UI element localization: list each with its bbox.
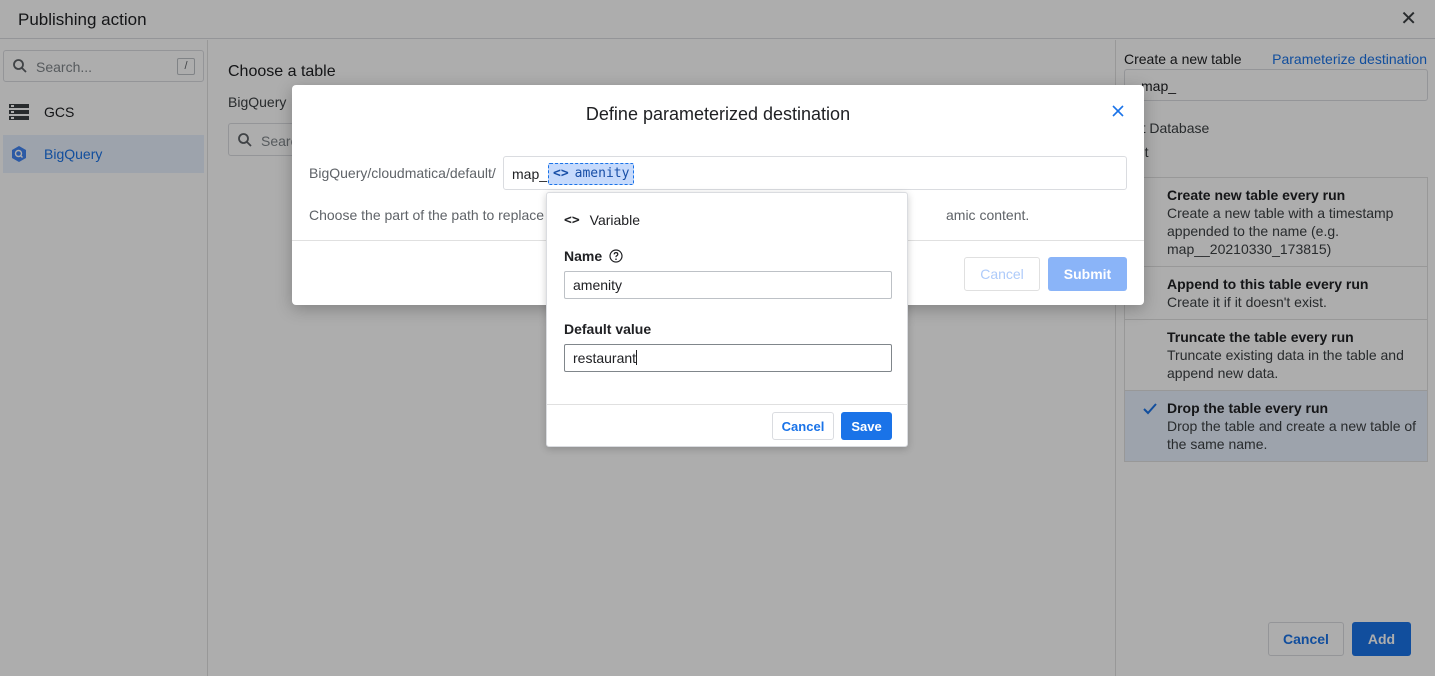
path-prefix: BigQuery/cloudmatica/default/ [309,165,496,181]
destination-path-input[interactable]: map_ <> amenity [503,156,1127,190]
popover-title: Variable [589,212,640,228]
variable-name-input[interactable]: amenity [564,271,892,299]
dialog-hint-tail: amic content. [946,207,1030,223]
text-cursor [636,350,638,365]
help-icon[interactable] [609,249,623,263]
name-label-text: Name [564,248,603,264]
default-value-input[interactable]: restaurant [564,344,892,372]
dialog-title: Define parameterized destination [585,104,851,124]
close-icon[interactable] [1110,103,1126,119]
submit-button[interactable]: Submit [1048,257,1127,291]
popover-header: <> Variable [564,212,640,228]
name-field-label: Name [564,248,623,264]
variable-chip[interactable]: <> amenity [548,163,635,185]
code-icon: <> [564,212,580,228]
path-input-text: map_ [512,166,548,182]
default-value-text: restaurant [573,350,637,366]
default-value-label: Default value [564,321,652,337]
divider [547,404,907,405]
dialog-hint: Choose the part of the path to replace [309,207,545,223]
code-icon: <> [553,166,569,181]
variable-chip-label: amenity [574,166,630,181]
popover-cancel-button[interactable]: Cancel [772,412,834,440]
dialog-cancel-button[interactable]: Cancel [964,257,1040,291]
save-button[interactable]: Save [841,412,892,440]
variable-popover: <> Variable Name amenity Default value r… [546,192,908,447]
